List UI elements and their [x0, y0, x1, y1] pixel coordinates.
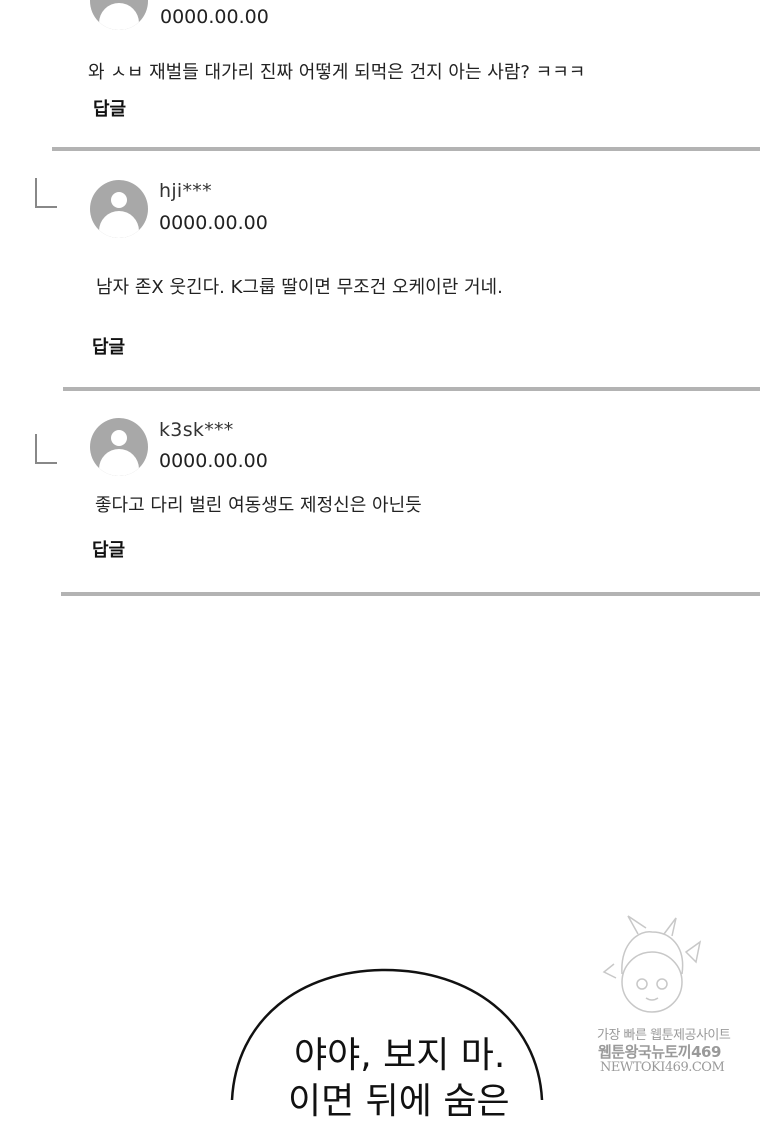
- speech-bubble-line-1: 야야, 보지 마.: [294, 1035, 506, 1076]
- watermark-line-3: NEWTOKI469.COM: [600, 1060, 725, 1075]
- speech-bubble-line-2: 이면 뒤에 숨은: [288, 1081, 510, 1122]
- watermark-line-2: 웹툰왕국뉴토끼469: [598, 1043, 721, 1061]
- mascot-watermark-icon: [602, 915, 702, 1013]
